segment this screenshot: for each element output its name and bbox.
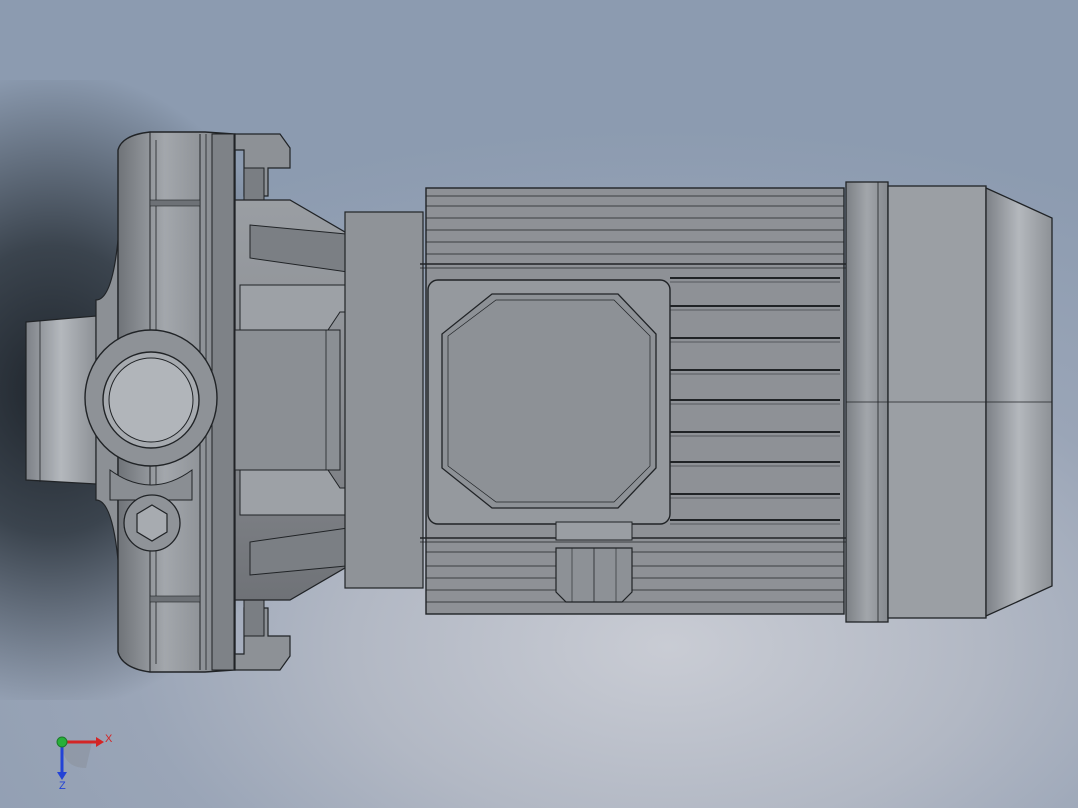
drain-plug bbox=[123, 494, 181, 552]
x-axis-head bbox=[96, 737, 104, 747]
pump-model[interactable] bbox=[0, 0, 1078, 808]
graphics-viewport[interactable]: X Z bbox=[0, 0, 1078, 808]
terminal-box bbox=[427, 279, 671, 525]
y-axis-dot bbox=[56, 736, 68, 748]
fan-cover bbox=[845, 181, 1053, 623]
z-axis-head bbox=[57, 772, 67, 780]
coordinate-triad: X Z bbox=[56, 733, 113, 790]
z-axis-label: Z bbox=[59, 780, 66, 790]
triad-shadow bbox=[62, 742, 92, 768]
x-axis-label: X bbox=[105, 733, 113, 745]
motor-bracket bbox=[234, 199, 424, 601]
cable-gland bbox=[555, 521, 633, 603]
